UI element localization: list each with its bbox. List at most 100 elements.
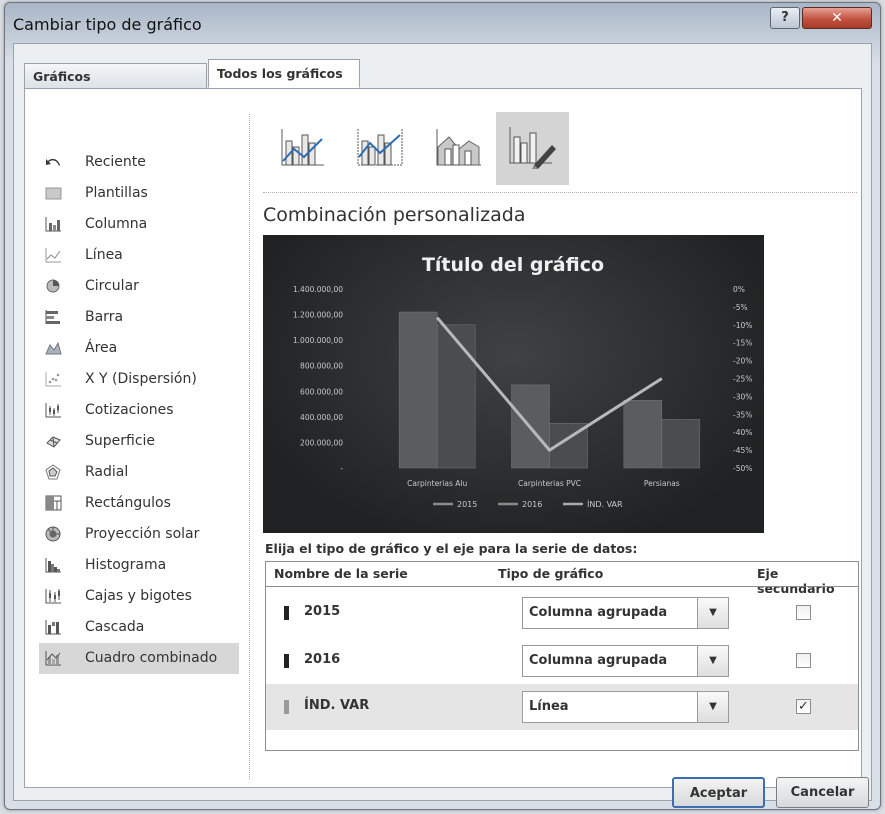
sidebar-item-label: Rectángulos	[85, 495, 171, 511]
y-axis-tick-label: -	[340, 464, 343, 473]
sidebar-item-label: Circular	[85, 278, 139, 294]
chevron-down-icon[interactable]: ▼	[697, 598, 728, 628]
combo-chart-icon	[45, 650, 62, 666]
section-divider	[263, 192, 857, 193]
chart-type-value: Línea	[529, 699, 569, 714]
undo-arrow-icon	[45, 154, 62, 170]
subtype-combo-area-column[interactable]	[422, 112, 495, 185]
section-title: Combinación personalizada	[263, 204, 526, 226]
legend-label: 2016	[522, 500, 542, 509]
column-chart-icon	[45, 216, 62, 232]
y-axis-tick-label: 1.400.000,00	[293, 285, 343, 294]
series-instruction: Elija el tipo de gráfico y el eje para l…	[265, 541, 638, 556]
panel-divider	[249, 114, 250, 779]
table-row[interactable]: 2015 Columna agrupada ▼	[266, 590, 858, 636]
sidebar-item-label: Cascada	[85, 619, 145, 635]
sidebar-item-line[interactable]: Línea	[39, 240, 239, 271]
sidebar-item-stock[interactable]: Cotizaciones	[39, 395, 239, 426]
y2-axis-tick-label: -45%	[733, 446, 752, 455]
y2-axis-tick-label: -30%	[733, 392, 752, 401]
chevron-down-icon[interactable]: ▼	[697, 646, 728, 676]
subtype-combo-column-line[interactable]	[266, 112, 339, 185]
y2-axis-tick-label: -40%	[733, 428, 752, 437]
column-header-chart-type: Tipo de gráfico	[498, 566, 604, 581]
sidebar-item-treemap[interactable]: Rectángulos	[39, 488, 239, 519]
sidebar-item-label: Barra	[85, 309, 124, 325]
y2-axis-tick-label: -25%	[733, 375, 752, 384]
sidebar-item-label: Cotizaciones	[85, 402, 174, 418]
x-axis-tick-label: Carpinterias PVC	[518, 479, 581, 488]
y2-axis-tick-label: -10%	[733, 321, 752, 330]
sidebar-item-box-whisker[interactable]: Cajas y bigotes	[39, 581, 239, 612]
y2-axis-tick-label: -5%	[733, 303, 748, 312]
y-axis-tick-label: 1.200.000,00	[293, 311, 343, 320]
combo-column-line-secondary-icon	[356, 127, 406, 171]
subtype-combo-custom[interactable]	[496, 112, 569, 185]
secondary-axis-checkbox[interactable]	[796, 605, 811, 620]
sidebar-item-templates[interactable]: Plantillas	[39, 178, 239, 209]
y2-axis-tick-label: 0%	[733, 285, 745, 294]
y2-axis-tick-label: -35%	[733, 410, 752, 419]
sidebar-item-waterfall[interactable]: Cascada	[39, 612, 239, 643]
treemap-chart-icon	[45, 495, 62, 511]
chart-svg: Título del gráfico - 200.000,00 400.000,00 6…	[293, 254, 753, 509]
chevron-down-icon[interactable]: ▼	[697, 692, 728, 722]
y-axis-tick-label: 400.000,00	[300, 413, 343, 422]
series-name: 2015	[304, 604, 341, 619]
chart-type-value: Columna agrupada	[529, 605, 668, 620]
waterfall-chart-icon	[45, 619, 62, 635]
scatter-chart-icon	[45, 371, 62, 387]
chart-bar	[623, 399, 663, 469]
subtype-combo-column-line-secondary[interactable]	[344, 112, 417, 185]
surface-chart-icon	[45, 433, 62, 449]
legend-label: 2015	[457, 500, 477, 509]
chart-type-list: Reciente Plantillas Columna Línea Circul…	[39, 147, 239, 674]
box-whisker-chart-icon	[45, 588, 62, 604]
series-color-swatch	[284, 606, 289, 620]
sidebar-item-sunburst[interactable]: Proyección solar	[39, 519, 239, 550]
sidebar-item-label: Plantillas	[85, 185, 148, 201]
secondary-axis-checkbox[interactable]	[796, 653, 811, 668]
sidebar-item-area[interactable]: Área	[39, 333, 239, 364]
sidebar-item-scatter[interactable]: X Y (Dispersión)	[39, 364, 239, 395]
chart-title: Título del gráfico	[422, 254, 604, 276]
y-axis-tick-label: 600.000,00	[300, 387, 343, 396]
table-row[interactable]: 2016 Columna agrupada ▼	[266, 638, 858, 684]
y2-axis-tick-label: -50%	[733, 464, 752, 473]
histogram-chart-icon	[45, 557, 62, 573]
series-color-swatch	[284, 654, 289, 668]
chart-type-dropdown[interactable]: Columna agrupada ▼	[522, 645, 729, 677]
sidebar-item-column[interactable]: Columna	[39, 209, 239, 240]
help-button[interactable]: ?	[770, 7, 800, 29]
line-chart-icon	[45, 247, 62, 263]
sidebar-item-radar[interactable]: Radial	[39, 457, 239, 488]
secondary-axis-checkbox[interactable]: ✓	[796, 699, 811, 714]
sidebar-item-recent[interactable]: Reciente	[39, 147, 239, 178]
sunburst-chart-icon	[45, 526, 62, 542]
chart-type-dropdown[interactable]: Línea ▼	[522, 691, 729, 723]
sidebar-item-surface[interactable]: Superficie	[39, 426, 239, 457]
sidebar-item-histogram[interactable]: Histograma	[39, 550, 239, 581]
sidebar-item-label: Superficie	[85, 433, 156, 449]
sidebar-item-bar[interactable]: Barra	[39, 302, 239, 333]
y-axis-tick-label: 200.000,00	[300, 438, 343, 447]
y-axis-tick-label: 1.000.000,00	[293, 336, 343, 345]
chart-type-dropdown[interactable]: Columna agrupada ▼	[522, 597, 729, 629]
table-header-divider	[266, 586, 858, 587]
column-header-series-name: Nombre de la serie	[274, 566, 408, 581]
x-axis-tick-label: Carpinterias Alu	[407, 479, 467, 488]
close-button[interactable]: ✕	[802, 7, 872, 29]
sidebar-item-label: Cajas y bigotes	[85, 588, 192, 604]
folder-icon	[45, 185, 62, 201]
table-row[interactable]: ÍND. VAR Línea ▼ ✓	[266, 684, 858, 730]
title-bar[interactable]: Cambiar tipo de gráfico ? ✕	[5, 3, 880, 43]
sidebar-item-combo[interactable]: Cuadro combinado	[39, 643, 239, 674]
sidebar-item-pie[interactable]: Circular	[39, 271, 239, 302]
x-axis-tick-label: Persianas	[644, 479, 680, 488]
tab-all-charts[interactable]: Todos los gráficos	[208, 59, 360, 88]
cancel-button[interactable]: Cancelar	[776, 777, 869, 808]
tab-recommended-charts[interactable]: Gráficos recomendados	[24, 63, 207, 109]
chart-bar	[436, 324, 476, 469]
pie-chart-icon	[45, 278, 62, 294]
ok-button[interactable]: Aceptar	[672, 777, 765, 808]
